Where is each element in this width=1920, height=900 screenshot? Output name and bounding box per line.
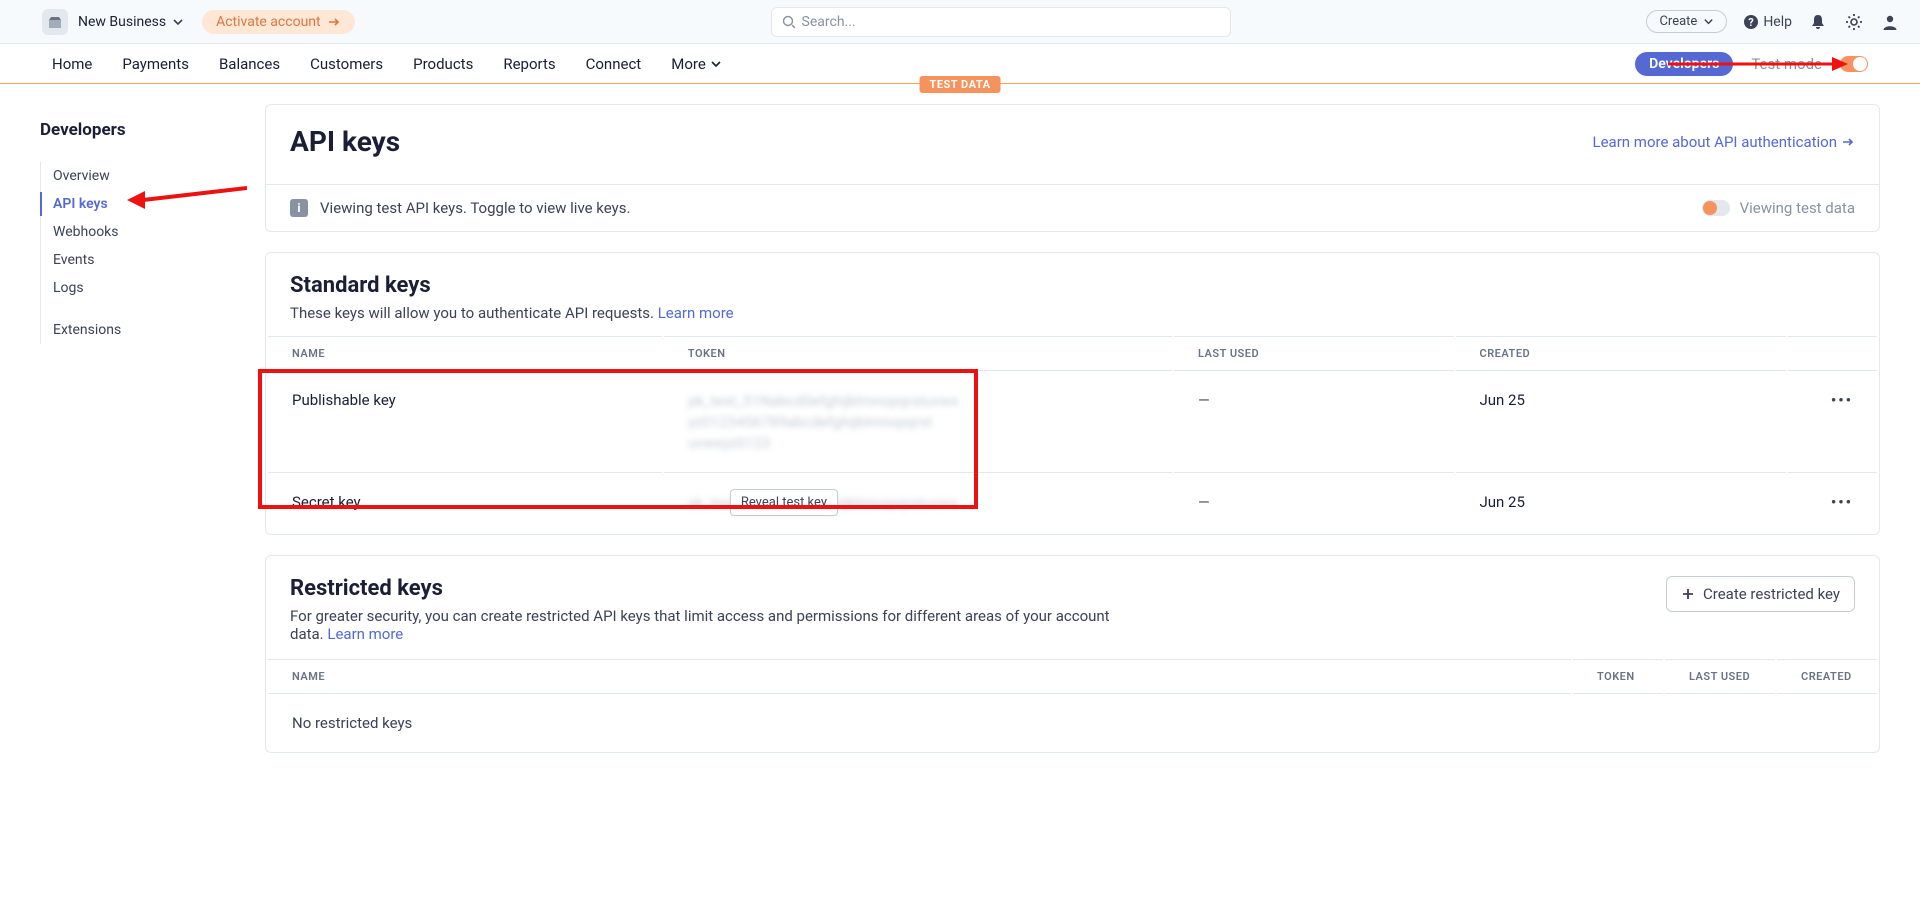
restricted-keys-title: Restricted keys: [290, 576, 1110, 601]
create-restricted-key-button[interactable]: Create restricted key: [1666, 576, 1855, 612]
col-last-used: LAST USED: [1665, 659, 1775, 694]
annotation-arrow-api-keys: [127, 186, 247, 214]
view-test-data-label: Viewing test data: [1740, 199, 1855, 217]
col-name: NAME: [268, 659, 1571, 694]
sidebar: Developers Overview API keys Webhooks Ev…: [40, 84, 265, 773]
svg-text:?: ?: [1749, 16, 1755, 29]
page-header-card: API keys Learn more about API authentica…: [265, 104, 1880, 232]
activate-account-label: Activate account: [216, 14, 321, 30]
create-label: Create: [1659, 14, 1697, 29]
standard-keys-card: Standard keys These keys will allow you …: [265, 252, 1880, 535]
standard-keys-subtitle: These keys will allow you to authenticat…: [290, 304, 1855, 322]
sidebar-item-logs[interactable]: Logs: [41, 274, 265, 302]
business-name-label: New Business: [78, 14, 166, 30]
help-icon: ?: [1743, 14, 1759, 30]
key-created: Jun 25: [1456, 373, 1786, 473]
restricted-keys-table: NAME TOKEN LAST USED CREATED No restrict…: [266, 657, 1879, 752]
table-row: Publishable key pk_test_51Nabcd0efghijkl…: [268, 373, 1877, 473]
restricted-learn-more-link[interactable]: Learn more: [327, 625, 403, 643]
view-test-data-toggle[interactable]: [1702, 200, 1730, 216]
standard-learn-more-link[interactable]: Learn more: [658, 304, 734, 322]
col-token: TOKEN: [1573, 659, 1663, 694]
standard-keys-title: Standard keys: [290, 273, 1855, 298]
test-data-badge: TEST DATA: [920, 76, 1001, 93]
blurred-token-text: pk_test_51Nabcd0efghijklmnopqrstuvwx yz0…: [688, 391, 1148, 454]
info-icon: i: [290, 199, 308, 217]
nav-more-label: More: [671, 55, 706, 73]
top-bar: New Business Activate account Search... …: [0, 0, 1920, 44]
main-content: API keys Learn more about API authentica…: [265, 84, 1880, 773]
sidebar-item-events[interactable]: Events: [41, 246, 265, 274]
help-label: Help: [1763, 14, 1792, 30]
col-last-used: LAST USED: [1174, 336, 1454, 371]
sidebar-item-overview[interactable]: Overview: [41, 162, 265, 190]
profile-button[interactable]: [1880, 12, 1900, 32]
nav-products[interactable]: Products: [413, 55, 473, 73]
search-icon: [782, 15, 796, 29]
reveal-test-key-button[interactable]: Reveal test key: [730, 489, 838, 516]
key-last-used: —: [1174, 475, 1454, 532]
nav-connect[interactable]: Connect: [586, 55, 642, 73]
key-name: Secret key: [268, 475, 662, 532]
nav-customers[interactable]: Customers: [310, 55, 383, 73]
search-placeholder: Search...: [802, 14, 856, 30]
activate-account-button[interactable]: Activate account: [202, 10, 355, 34]
key-name: Publishable key: [268, 373, 662, 473]
learn-more-auth-link[interactable]: Learn more about API authentication: [1593, 133, 1855, 151]
help-link[interactable]: ? Help: [1743, 14, 1792, 30]
sidebar-item-api-keys[interactable]: API keys: [41, 190, 265, 218]
sidebar-item-webhooks[interactable]: Webhooks: [41, 218, 265, 246]
nav-more[interactable]: More: [671, 55, 722, 73]
search-input[interactable]: Search...: [771, 7, 1231, 37]
restricted-keys-subtitle: For greater security, you can create res…: [290, 607, 1110, 643]
key-token: sk_test_51Nabcd0efghijklmnopqrstuvwx Rev…: [664, 475, 1172, 532]
nav-home[interactable]: Home: [52, 55, 92, 73]
standard-keys-table: NAME TOKEN LAST USED CREATED Publishable…: [266, 334, 1879, 534]
chevron-down-icon: [1703, 16, 1714, 27]
plus-icon: [1681, 587, 1695, 601]
row-actions-button[interactable]: •••: [1831, 391, 1853, 409]
col-token: TOKEN: [664, 336, 1172, 371]
business-switcher[interactable]: New Business: [78, 14, 184, 30]
nav-balances[interactable]: Balances: [219, 55, 280, 73]
col-created: CREATED: [1777, 659, 1877, 694]
bell-icon: [1809, 13, 1827, 31]
nav-payments[interactable]: Payments: [122, 55, 189, 73]
col-created: CREATED: [1456, 336, 1786, 371]
info-text: Viewing test API keys. Toggle to view li…: [320, 199, 630, 217]
business-logo: [42, 9, 68, 35]
sidebar-item-label: API keys: [53, 196, 108, 212]
key-token[interactable]: pk_test_51Nabcd0efghijklmnopqrstuvwx yz0…: [664, 373, 1172, 473]
create-button[interactable]: Create: [1646, 10, 1727, 33]
test-mode-label: Test mode: [1751, 55, 1822, 73]
table-row: No restricted keys: [268, 696, 1877, 750]
info-bar: i Viewing test API keys. Toggle to view …: [266, 184, 1879, 231]
sidebar-item-extensions[interactable]: Extensions: [41, 316, 265, 344]
nav-reports[interactable]: Reports: [503, 55, 555, 73]
learn-more-label: Learn more about API authentication: [1593, 133, 1837, 151]
empty-message: No restricted keys: [268, 696, 1877, 750]
key-created: Jun 25: [1456, 475, 1786, 532]
sidebar-title: Developers: [40, 120, 265, 140]
user-icon: [1881, 13, 1899, 31]
create-restricted-label: Create restricted key: [1703, 585, 1840, 603]
main-nav: Home Payments Balances Customers Product…: [0, 44, 1920, 84]
chevron-down-icon: [172, 16, 184, 28]
row-actions-button[interactable]: •••: [1831, 493, 1853, 511]
key-last-used: —: [1174, 373, 1454, 473]
chevron-down-icon: [710, 58, 722, 70]
arrow-right-icon: [327, 15, 341, 29]
col-name: NAME: [268, 336, 662, 371]
restricted-keys-card: Restricted keys For greater security, yo…: [265, 555, 1880, 753]
gear-icon: [1845, 13, 1863, 31]
table-row: Secret key sk_test_51Nabcd0efghijklmnopq…: [268, 475, 1877, 532]
notifications-button[interactable]: [1808, 12, 1828, 32]
test-mode-toggle[interactable]: [1840, 56, 1868, 72]
arrow-right-icon: [1841, 135, 1855, 149]
settings-button[interactable]: [1844, 12, 1864, 32]
developers-button[interactable]: Developers: [1635, 52, 1733, 76]
page-title: API keys: [290, 125, 400, 158]
